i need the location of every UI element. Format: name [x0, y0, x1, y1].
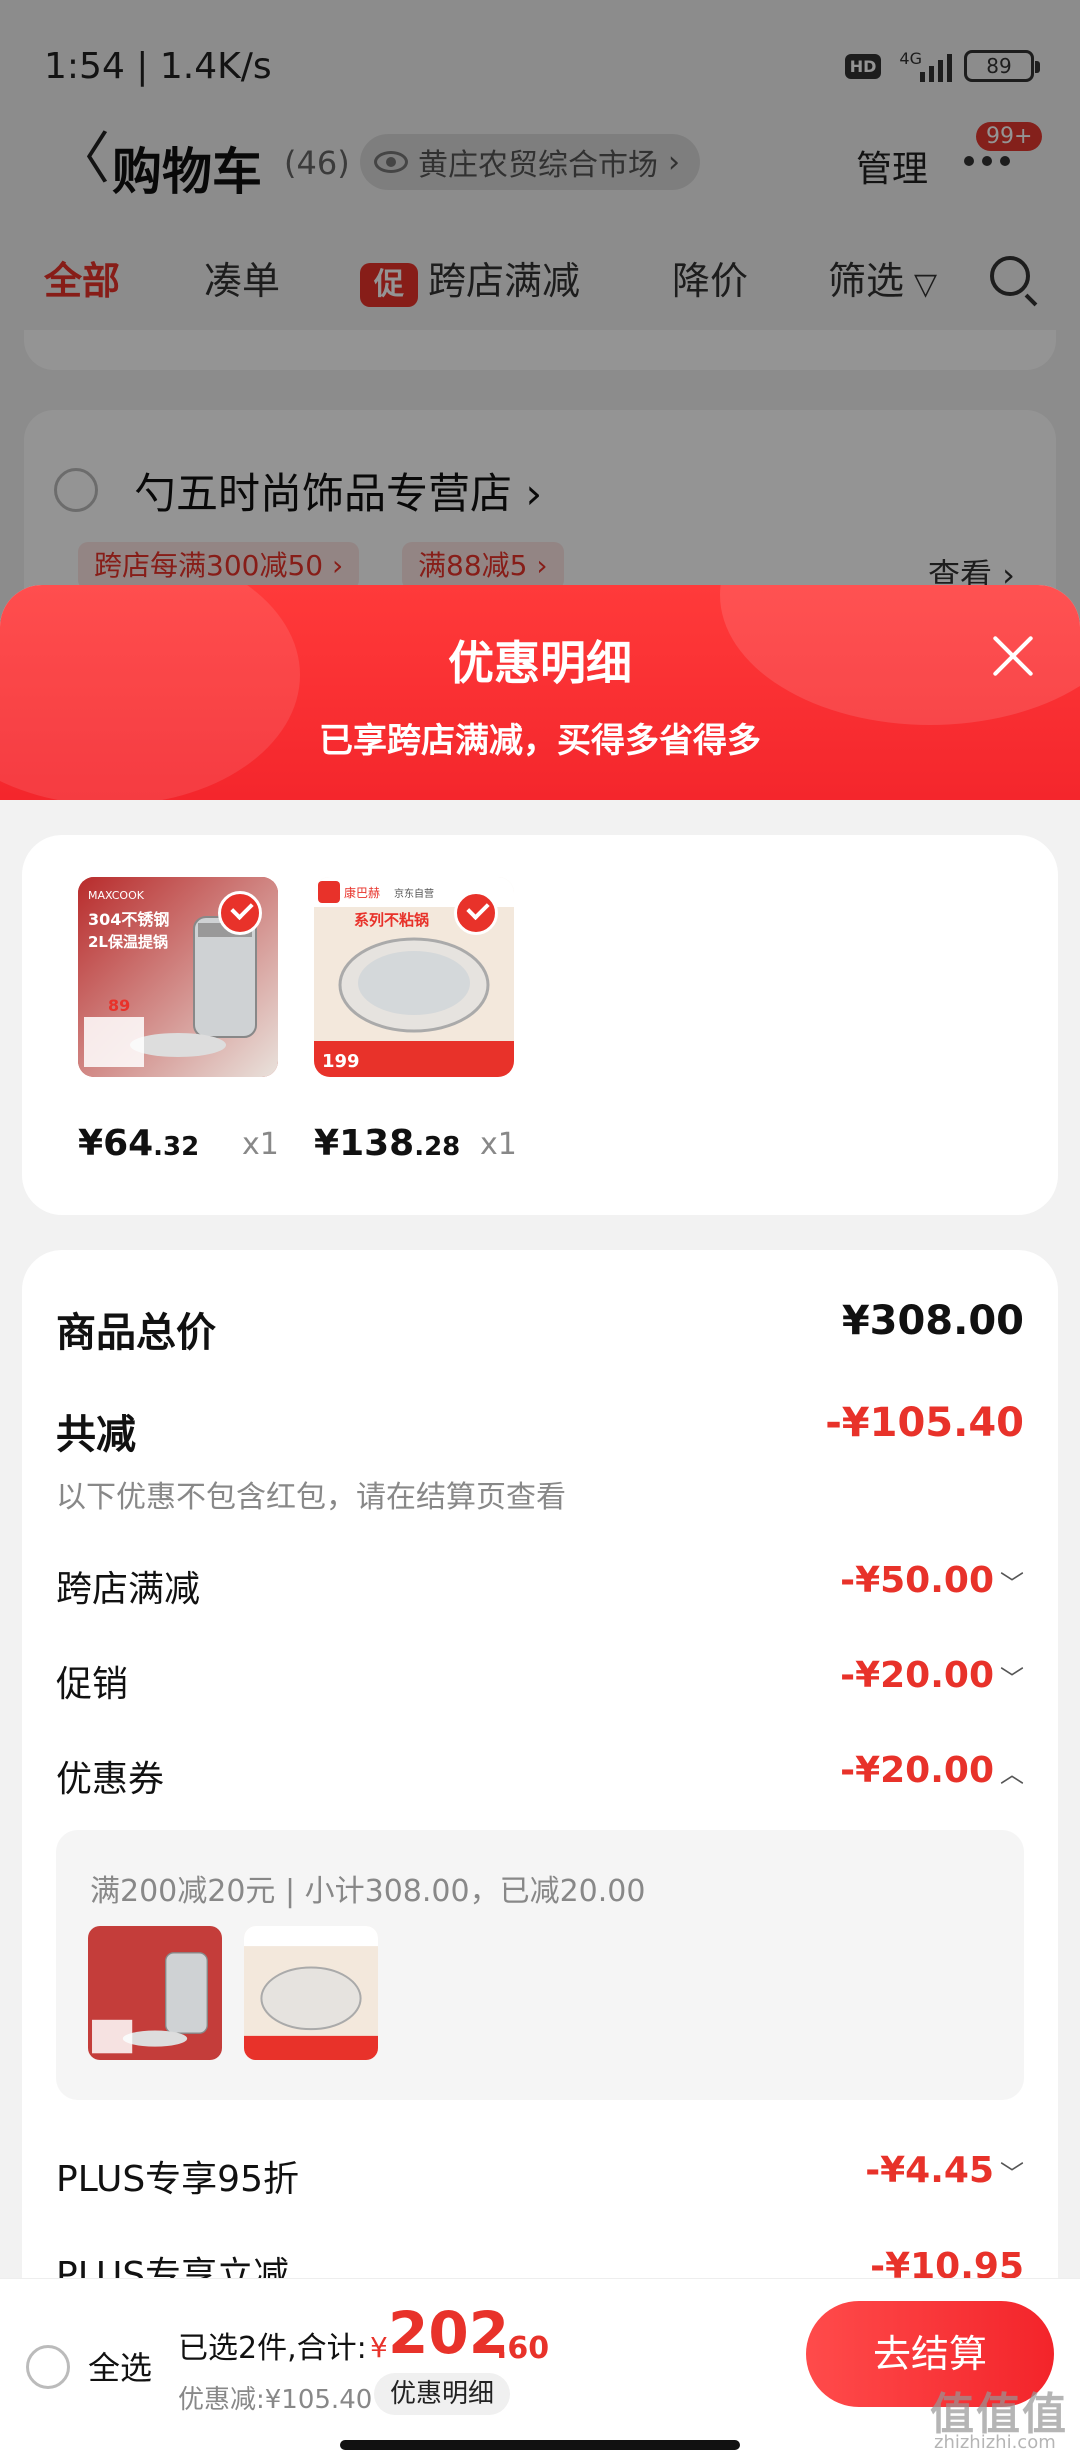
modal-overlay[interactable] [0, 0, 1080, 620]
product-list-card: MAXCOOK 304不锈钢 2L保温提锅 89 ¥64.32 x1 康巴赫 京… [22, 835, 1058, 1215]
total-amount-decimal: .60 [496, 2331, 550, 2366]
discount-note: 以下优惠不包含红包，请在结算页查看 [56, 1480, 566, 1515]
total-reduce-label: 共减 [56, 1412, 136, 1458]
product-price: ¥64.32 [78, 1123, 200, 1164]
product-quantity: x1 [242, 1127, 279, 1162]
chevron-down-icon: ﹀ [1000, 1570, 1024, 1598]
close-icon[interactable] [990, 633, 1036, 679]
discount-detail-button[interactable]: 优惠明细 [374, 2373, 511, 2415]
checkout-bar: 全选 已选2件,合计: ¥ 202 .60 优惠减:¥105.40 优惠明细 去… [0, 2278, 1080, 2460]
product-image[interactable]: MAXCOOK 304不锈钢 2L保温提锅 89 [78, 877, 278, 1077]
total-amount: 202 [388, 2299, 510, 2367]
product-image-price: 199 [322, 1051, 360, 1072]
cross-store-row[interactable]: -¥50.00 ﹀ [840, 1560, 1024, 1601]
product-image-text: 2L保温提锅 [88, 933, 168, 951]
discount-detail-sheet: 优惠明细 已享跨店满减，买得多省得多 MAXCOOK 304不锈钢 2L保温提锅… [0, 585, 1080, 2460]
product-image-text: 康巴赫 [344, 885, 380, 900]
product-image-text: 系列不粘锅 [354, 911, 429, 929]
chevron-down-icon: ﹀ [1000, 1665, 1024, 1693]
chevron-down-icon: ﹀ [1000, 2160, 1024, 2188]
selected-summary: 已选2件,合计: [178, 2331, 367, 2366]
product-image[interactable]: 康巴赫 京东自营 系列不粘锅 199 [314, 877, 514, 1077]
discount-amount: 优惠减:¥105.40 [178, 2385, 373, 2415]
watermark-url: zhizhizhi.com [934, 2432, 1056, 2453]
plus-95-row[interactable]: -¥4.45 ﹀ [865, 2150, 1024, 2191]
chevron-up-icon: ︿ [1000, 1760, 1024, 1788]
plus-95-label: PLUS专享95折 [56, 2159, 299, 2200]
sheet-subtitle: 已享跨店满减，买得多省得多 [319, 721, 761, 761]
coupon-product-thumb [88, 1926, 222, 2060]
promotion-label: 促销 [56, 1664, 129, 1705]
product-quantity: x1 [480, 1127, 517, 1162]
selected-check-icon [218, 891, 262, 935]
product-brand: MAXCOOK [88, 889, 145, 902]
coupon-row[interactable]: -¥20.00 ︿ [840, 1750, 1024, 1791]
total-reduce-value: -¥105.40 [825, 1400, 1024, 1446]
coupon-detail-box: 满200减20元 | 小计308.00，已减20.00 [56, 1830, 1024, 2100]
coupon-label: 优惠券 [56, 1759, 165, 1800]
coupon-detail-text: 满200减20元 | 小计308.00，已减20.00 [90, 1874, 646, 1909]
select-all-radio[interactable] [26, 2345, 70, 2389]
select-all-label[interactable]: 全选 [88, 2343, 152, 2389]
product-image-price: 89 [108, 996, 130, 1015]
total-currency: ¥ [370, 2331, 388, 2364]
sheet-title: 优惠明细 [448, 636, 632, 690]
total-price-label: 商品总价 [56, 1310, 216, 1356]
cross-store-label: 跨店满减 [56, 1569, 201, 1610]
promotion-row[interactable]: -¥20.00 ﹀ [840, 1655, 1024, 1696]
home-indicator[interactable] [340, 2440, 740, 2450]
product-image-text: 304不锈钢 [88, 910, 169, 929]
product-image-text: 京东自营 [394, 887, 434, 900]
coupon-product-thumb [244, 1926, 378, 2060]
total-price-value: ¥308.00 [841, 1298, 1024, 1344]
product-price: ¥138.28 [314, 1123, 461, 1164]
sheet-header: 优惠明细 已享跨店满减，买得多省得多 [0, 585, 1080, 800]
selected-check-icon [454, 891, 498, 935]
